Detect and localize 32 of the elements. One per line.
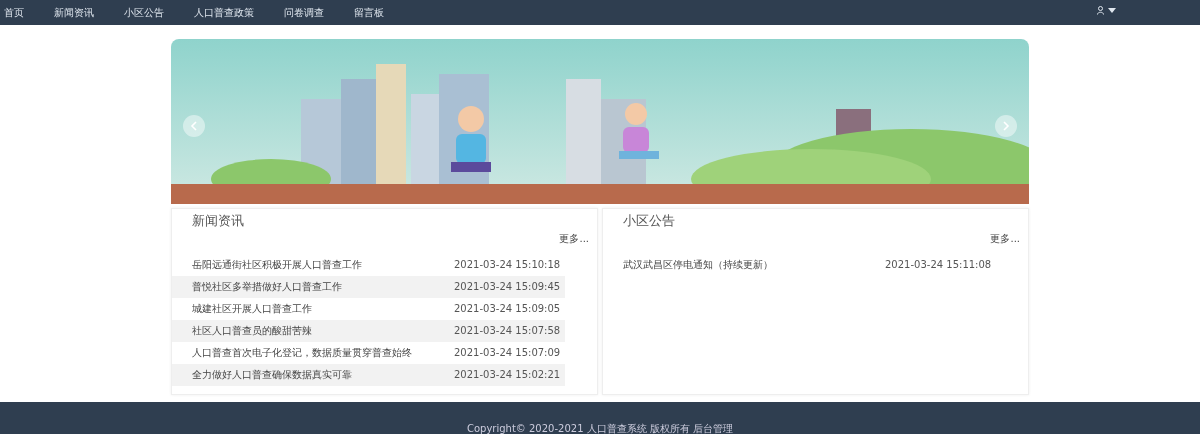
chevron-right-icon (1002, 121, 1010, 131)
publish-time: 2021-03-24 15:02:21 (454, 368, 561, 382)
publish-time: 2021-03-24 15:11:08 (885, 258, 992, 272)
publish-time: 2021-03-24 15:07:58 (454, 324, 561, 338)
previous-slide-button[interactable] (183, 115, 205, 137)
article-link[interactable]: 普悦社区多举措做好人口普查工作 (192, 279, 454, 294)
copyright-text: Copyright© 2020-2021 人口普查系统 版权所有 后台管理 (466, 423, 734, 434)
nav-link[interactable]: 留言板 (354, 5, 384, 20)
chevron-left-icon (190, 121, 198, 131)
publish-time: 2021-03-24 15:10:18 (454, 258, 561, 272)
nav-link[interactable]: 人口普查政策 (194, 5, 254, 20)
nav-link[interactable]: 问卷调查 (284, 5, 324, 20)
article-link[interactable]: 人口普查首次电子化登记，数据质量贯穿普查始终 (192, 345, 454, 360)
panel-title: 新闻资讯 (192, 212, 245, 230)
publish-time: 2021-03-24 15:09:05 (454, 302, 561, 316)
nav-link[interactable]: 首页 (4, 5, 24, 20)
next-slide-button[interactable] (995, 115, 1017, 137)
nav-link[interactable]: 新闻资讯 (54, 5, 94, 20)
article-link[interactable]: 城建社区开展人口普查工作 (192, 301, 454, 316)
publish-time: 2021-03-24 15:07:09 (454, 346, 561, 360)
caret-icon (1108, 8, 1116, 13)
more-link[interactable]: 更多... (603, 230, 1020, 246)
panel-title: 小区公告 (623, 212, 676, 230)
nav-link[interactable]: 小区公告 (124, 5, 164, 20)
publish-time: 2021-03-24 15:09:45 (454, 280, 561, 294)
article-link[interactable]: 岳阳远通街社区积极开展人口普查工作 (192, 257, 454, 272)
user-icon (1097, 6, 1104, 15)
article-link[interactable]: 全力做好人口普查确保数据真实可靠 (192, 367, 454, 382)
user-menu-button[interactable] (1097, 6, 1116, 15)
article-link[interactable]: 社区人口普查员的酸甜苦辣 (192, 323, 454, 338)
article-link[interactable]: 武汉武昌区停电通知（持续更新） (623, 257, 885, 272)
more-link[interactable]: 更多... (172, 230, 589, 246)
